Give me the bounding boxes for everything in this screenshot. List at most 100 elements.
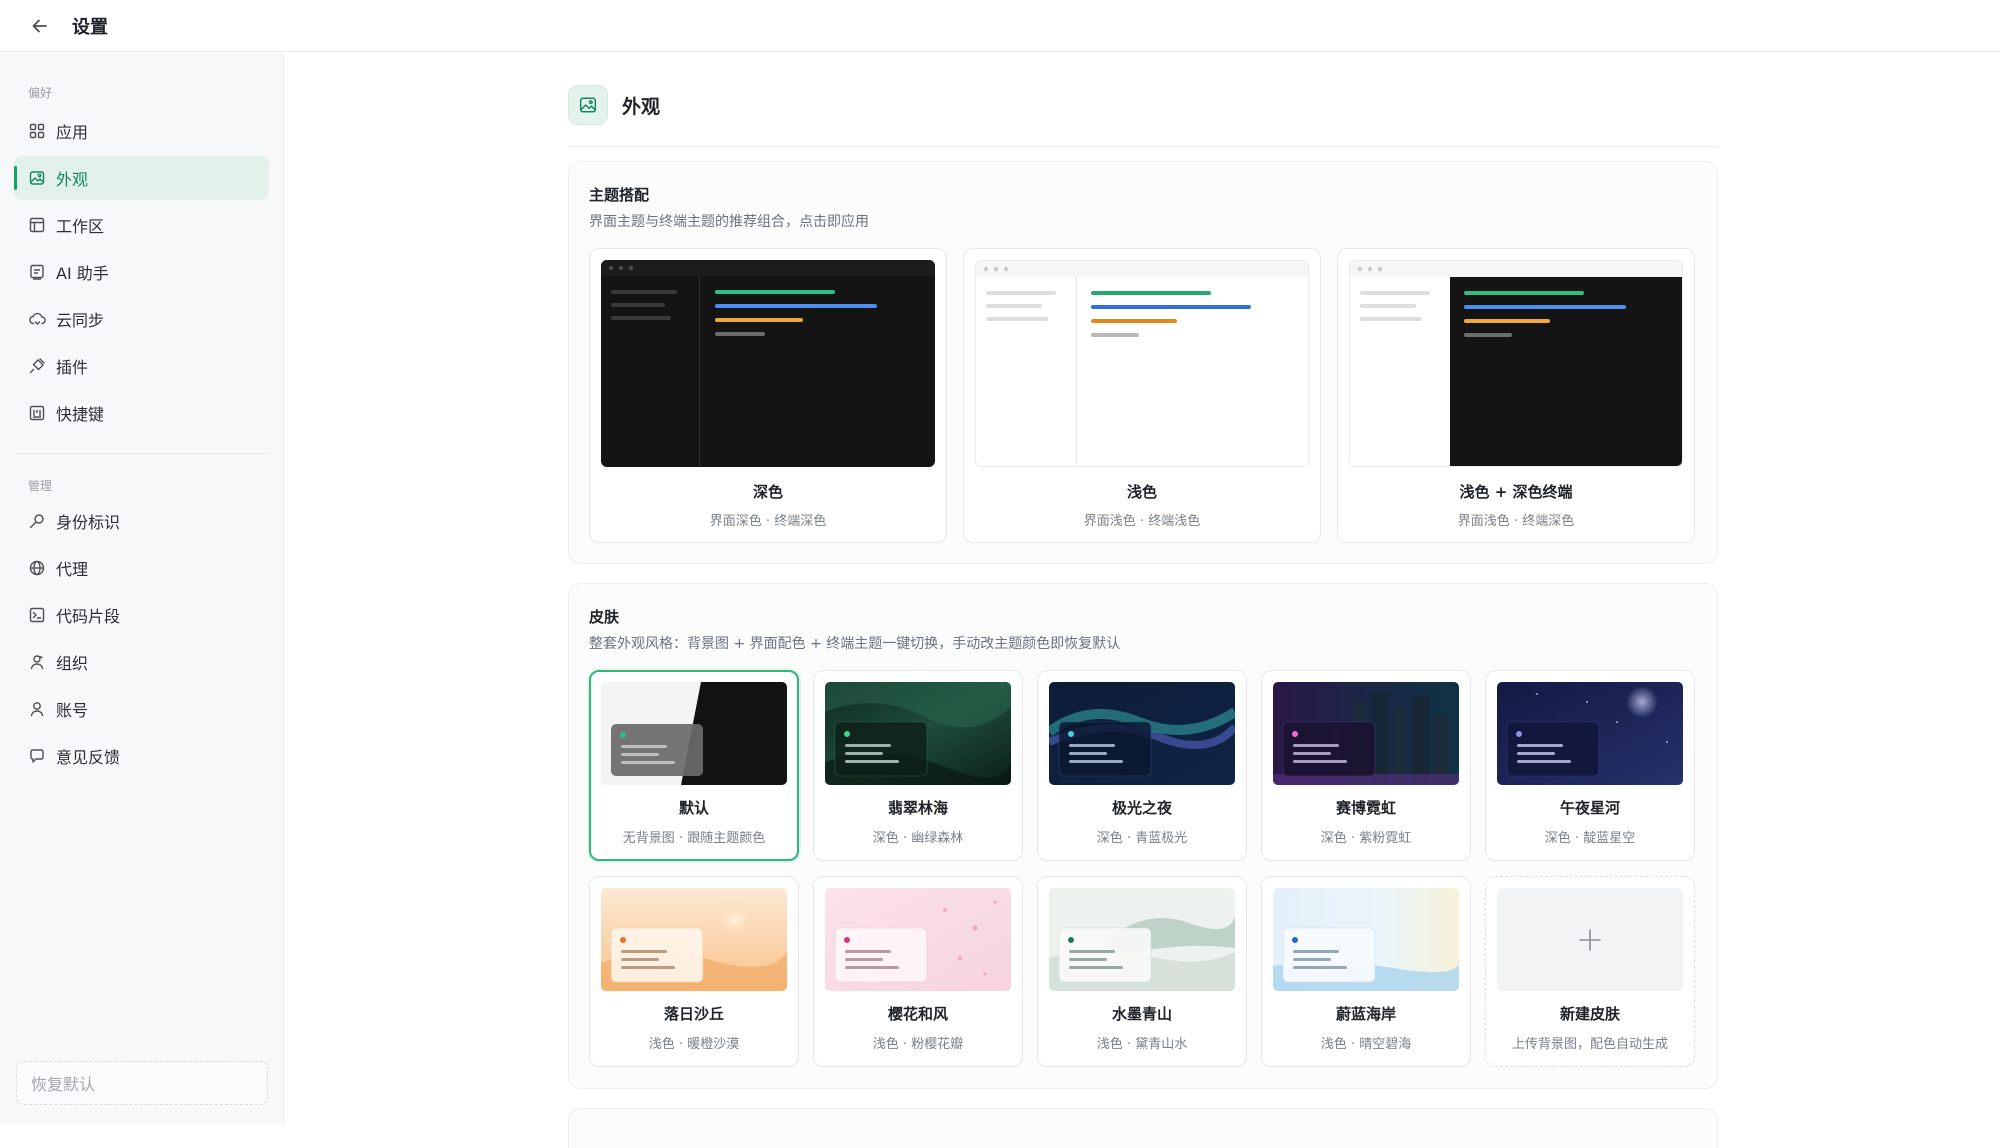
skin-name: 新建皮肤 (1559, 1005, 1620, 1023)
terminal-icon (28, 606, 46, 624)
user-icon (28, 700, 46, 718)
plus-icon (1577, 927, 1603, 953)
sidebar-item-label: 身份标识 (56, 513, 121, 532)
section-header: 外观 (568, 85, 660, 125)
sidebar-item-label: 插件 (56, 358, 89, 377)
next-panel (568, 1108, 1718, 1148)
skin-sub: 深色 · 靛蓝星空 (1544, 831, 1636, 846)
sidebar-item-workspace[interactable]: 工作区 (14, 203, 269, 247)
back-button[interactable] (26, 12, 54, 40)
sidebar: 偏好 应用 外观 工作区 AI 助手 云同步 插件 快捷键 管理 身份标识 代理… (0, 53, 284, 1125)
ai-icon (28, 263, 46, 281)
skin-card-azure-coast[interactable]: 蔚蓝海岸 浅色 · 晴空碧海 (1261, 876, 1471, 1067)
sidebar-item-appearance[interactable]: 外观 (14, 156, 269, 200)
theme-card-name: 浅色 (1126, 483, 1157, 501)
skin-sub: 浅色 · 暖橙沙漠 (648, 1037, 740, 1052)
skin-name: 水墨青山 (1111, 1005, 1172, 1023)
feedback-icon (28, 747, 46, 765)
sidebar-item-organization[interactable]: 组织 (14, 640, 269, 684)
skin-preview-sakura (825, 888, 1011, 991)
sidebar-item-identity[interactable]: 身份标识 (14, 499, 269, 543)
sidebar-item-label: 代码片段 (56, 607, 121, 626)
new-skin-button[interactable]: 新建皮肤 上传背景图，配色自动生成 (1485, 876, 1695, 1067)
theme-card-name: 浅色 + 深色终端 (1459, 483, 1573, 501)
sidebar-item-proxy[interactable]: 代理 (14, 546, 269, 590)
cloud-sync-icon (28, 310, 46, 328)
sidebar-item-snippets[interactable]: 代码片段 (14, 593, 269, 637)
sidebar-item-label: 工作区 (56, 217, 105, 236)
skin-preview-azure-coast (1273, 888, 1459, 991)
skin-name: 默认 (678, 799, 709, 817)
skin-card-cyber-neon[interactable]: 赛博霓虹 深色 · 紫粉霓虹 (1261, 670, 1471, 861)
sidebar-item-label: 云同步 (56, 311, 105, 330)
skins-panel: 皮肤 整套外观风格：背景图 + 界面配色 + 终端主题一键切换，手动改主题颜色即… (568, 583, 1718, 1089)
theme-card-sub: 界面浅色 · 终端浅色 (1083, 514, 1201, 529)
theme-preview-light-dark-terminal (1349, 260, 1683, 467)
skin-preview-emerald-forest (825, 682, 1011, 785)
key-icon (28, 512, 46, 530)
skin-name: 翡翠林海 (887, 799, 948, 817)
sidebar-item-plugins[interactable]: 插件 (14, 344, 269, 388)
skin-sub: 深色 · 幽绿森林 (872, 831, 964, 846)
theme-card-name: 深色 (752, 483, 783, 501)
sidebar-item-label: 账号 (56, 701, 89, 720)
skin-sub: 无背景图 · 跟随主题颜色 (622, 831, 766, 846)
skin-preview-cyber-neon (1273, 682, 1459, 785)
skin-name: 蔚蓝海岸 (1335, 1005, 1396, 1023)
skin-sub: 深色 · 青蓝极光 (1096, 831, 1188, 846)
restore-default-button[interactable]: 恢复默认 (16, 1061, 268, 1105)
theme-card-sub: 界面浅色 · 终端深色 (1457, 514, 1575, 529)
skin-card-default[interactable]: 默认 无背景图 · 跟随主题颜色 (589, 670, 799, 861)
grid-icon (28, 122, 46, 140)
sidebar-item-label: 代理 (56, 560, 89, 579)
theme-card-light-dark-terminal[interactable]: 浅色 + 深色终端 界面浅色 · 终端深色 (1337, 248, 1695, 543)
skin-card-midnight-galaxy[interactable]: 午夜星河 深色 · 靛蓝星空 (1485, 670, 1695, 861)
skin-card-ink-mountains[interactable]: 水墨青山 浅色 · 黛青山水 (1037, 876, 1247, 1067)
new-skin-preview (1497, 888, 1683, 991)
skin-name: 午夜星河 (1559, 799, 1620, 817)
image-icon (28, 169, 46, 187)
sidebar-item-label: 外观 (56, 170, 89, 189)
sidebar-item-feedback[interactable]: 意见反馈 (14, 734, 269, 778)
skin-name: 落日沙丘 (663, 1005, 724, 1023)
skin-sub: 深色 · 紫粉霓虹 (1320, 831, 1412, 846)
theme-card-sub: 界面深色 · 终端深色 (709, 514, 827, 529)
skin-preview-sunset-dunes (601, 888, 787, 991)
page-title: 设置 (72, 17, 108, 38)
theme-card-light[interactable]: 浅色 界面浅色 · 终端浅色 (963, 248, 1321, 543)
skin-name: 赛博霓虹 (1335, 799, 1396, 817)
sidebar-item-cloud-sync[interactable]: 云同步 (14, 297, 269, 341)
sidebar-divider (16, 453, 268, 454)
skin-name: 极光之夜 (1111, 799, 1172, 817)
panel-description: 界面主题与终端主题的推荐组合，点击即应用 (589, 214, 869, 230)
layout-icon (28, 216, 46, 234)
skin-card-aurora-night[interactable]: 极光之夜 深色 · 青蓝极光 (1037, 670, 1247, 861)
image-icon (568, 85, 608, 125)
sidebar-item-ai-assistant[interactable]: AI 助手 (14, 250, 269, 294)
theme-card-dark[interactable]: 深色 界面深色 · 终端深色 (589, 248, 947, 543)
sidebar-item-app[interactable]: 应用 (14, 109, 269, 153)
sidebar-item-label: 快捷键 (56, 405, 105, 424)
skin-card-sunset-dunes[interactable]: 落日沙丘 浅色 · 暖橙沙漠 (589, 876, 799, 1067)
sidebar-item-label: 组织 (56, 654, 89, 673)
skin-card-emerald-forest[interactable]: 翡翠林海 深色 · 幽绿森林 (813, 670, 1023, 861)
panel-title: 皮肤 (589, 608, 620, 626)
skin-sub: 上传背景图，配色自动生成 (1511, 1037, 1668, 1052)
skin-sub: 浅色 · 粉樱花瓣 (872, 1037, 964, 1052)
title-bar: 设置 (0, 0, 2000, 52)
skin-sub: 浅色 · 晴空碧海 (1320, 1037, 1412, 1052)
sidebar-item-account[interactable]: 账号 (14, 687, 269, 731)
keyboard-icon (28, 404, 46, 422)
section-title: 外观 (622, 95, 661, 118)
globe-icon (28, 559, 46, 577)
sidebar-item-shortcuts[interactable]: 快捷键 (14, 391, 269, 435)
organization-icon (28, 653, 46, 671)
panel-title: 主题搭配 (589, 186, 650, 204)
skin-preview-ink-mountains (1049, 888, 1235, 991)
skin-card-sakura[interactable]: 樱花和风 浅色 · 粉樱花瓣 (813, 876, 1023, 1067)
section-title-prefs: 偏好 (28, 86, 53, 100)
theme-preview-light (975, 260, 1309, 467)
main-content: 外观 主题搭配 界面主题与终端主题的推荐组合，点击即应用 深色 界面深色 · 终… (285, 53, 2000, 1148)
header-divider (568, 146, 1718, 147)
skin-preview-midnight-galaxy (1497, 682, 1683, 785)
